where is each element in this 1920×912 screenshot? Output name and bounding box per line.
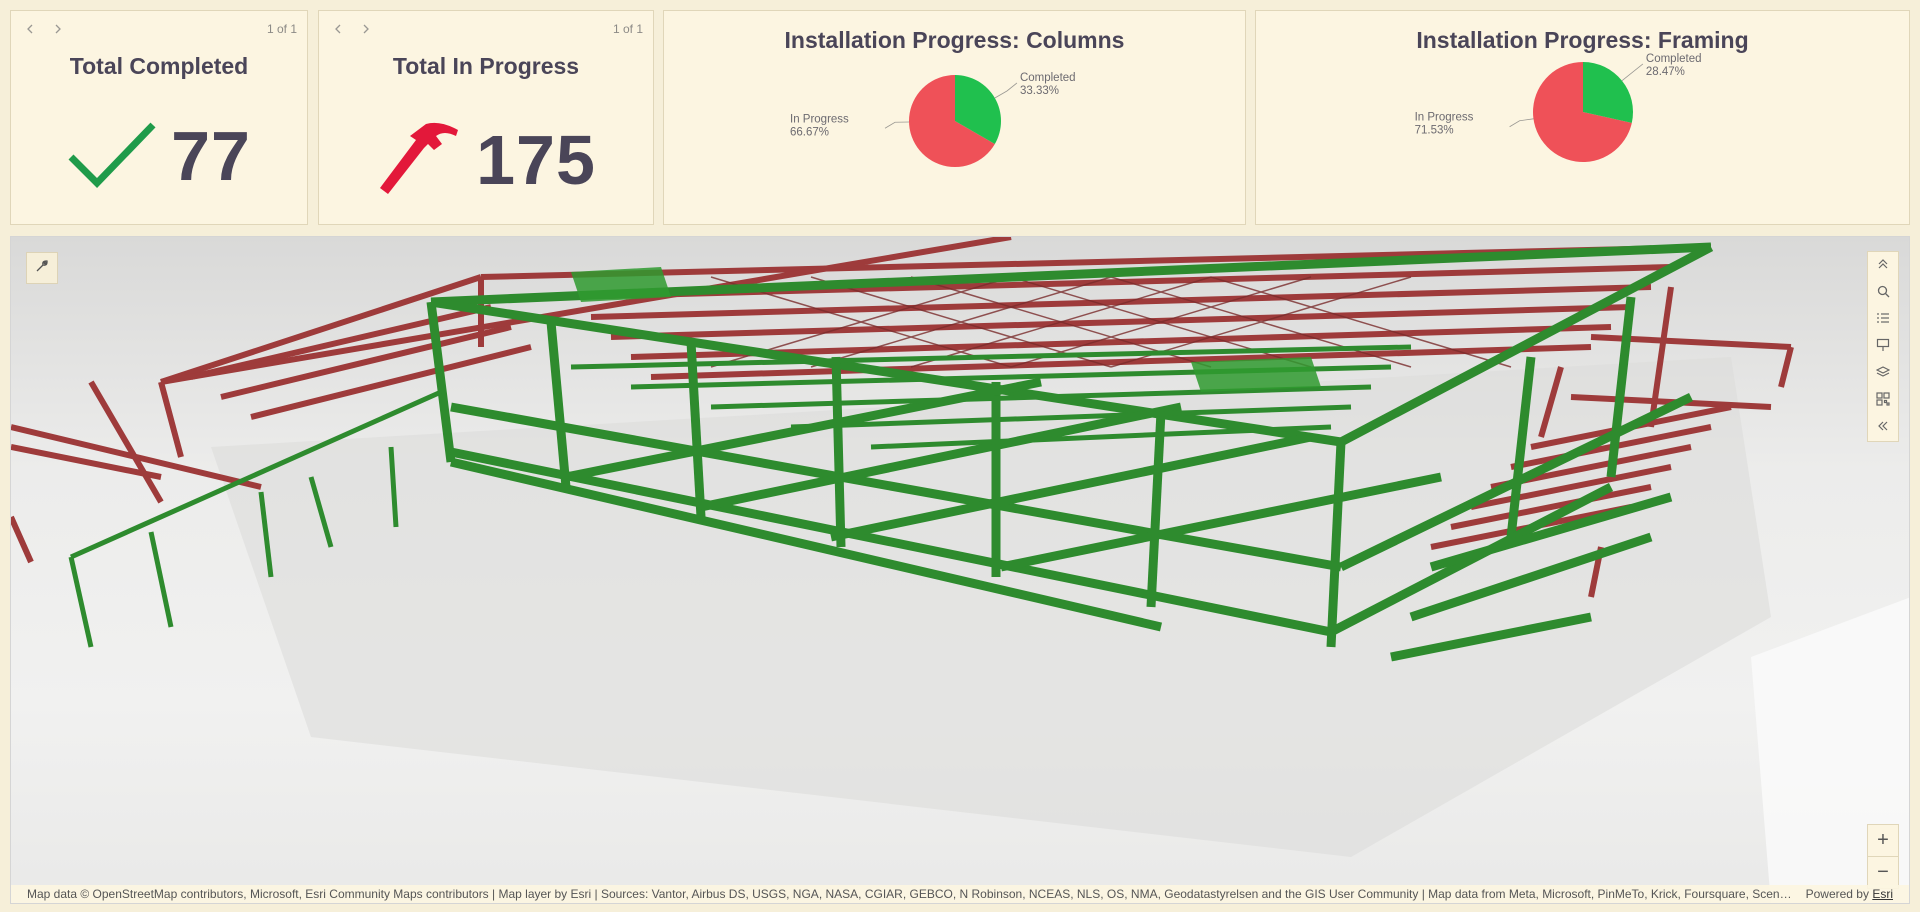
next-arrow-icon[interactable]	[49, 20, 67, 38]
label-completed-name: Completed	[1646, 53, 1702, 65]
framing-chart-card: Installation Progress: Framing Completed…	[1255, 10, 1910, 225]
card-title: Total In Progress	[392, 53, 580, 79]
card-title: Total Completed	[69, 53, 249, 79]
page-count: 1 of 1	[612, 22, 643, 36]
label-completed-name: Completed	[1020, 72, 1076, 84]
esri-link[interactable]: Esri	[1872, 887, 1893, 901]
layers-icon	[1875, 365, 1891, 382]
qr-code-icon	[1876, 392, 1890, 409]
completed-count: 77	[171, 117, 251, 195]
label-in-progress-name: In Progress	[1415, 112, 1474, 124]
hammer-icon	[376, 116, 462, 203]
presentation-button[interactable]	[1867, 333, 1899, 360]
checkmark-icon	[67, 119, 157, 194]
wrench-tool-button[interactable]	[26, 252, 58, 284]
leader-line-completed	[1621, 63, 1644, 82]
leader-line-in-progress	[884, 121, 910, 129]
search-icon	[1877, 285, 1890, 301]
legend-icon	[1876, 312, 1890, 327]
legend-button[interactable]	[1867, 306, 1899, 333]
powered-by: Powered by Esri	[1806, 887, 1893, 901]
label-completed-value: 33.33%	[1020, 85, 1059, 97]
qr-code-button[interactable]	[1867, 387, 1899, 414]
metric: 77	[11, 116, 307, 196]
wrench-icon	[35, 259, 49, 278]
columns-chart-card: Installation Progress: Columns Completed…	[663, 10, 1246, 225]
search-button[interactable]	[1867, 279, 1899, 306]
card-pager: 1 of 1	[329, 19, 643, 39]
attribution-text: Map data © OpenStreetMap contributors, M…	[27, 887, 1796, 901]
expand-button[interactable]	[1867, 414, 1899, 441]
card-pager: 1 of 1	[21, 19, 297, 39]
previous-arrow-icon[interactable]	[329, 20, 347, 38]
label-completed-value: 28.47%	[1646, 66, 1685, 78]
layers-button[interactable]	[1867, 360, 1899, 387]
metric: 175	[319, 116, 653, 203]
building-model[interactable]	[11, 237, 1910, 904]
zoom-out-button[interactable]: −	[1868, 856, 1898, 888]
pie-chart-columns: Completed 33.33% In Progress 66.67%	[790, 72, 1076, 167]
map-toolbar	[1867, 251, 1899, 442]
next-arrow-icon[interactable]	[357, 20, 375, 38]
previous-arrow-icon[interactable]	[21, 20, 39, 38]
map-attribution: Map data © OpenStreetMap contributors, M…	[11, 885, 1909, 903]
zoom-controls: + −	[1867, 824, 1899, 889]
zoom-in-button[interactable]: +	[1868, 825, 1898, 856]
presentation-icon	[1876, 338, 1890, 355]
label-in-progress-value: 66.67%	[790, 126, 829, 138]
label-in-progress-value: 71.53%	[1415, 125, 1454, 137]
collapse-icon	[1877, 258, 1889, 273]
leader-line-in-progress	[1509, 118, 1534, 128]
total-in-progress-card: 1 of 1 Total In Progress 175	[318, 10, 654, 225]
scene-view[interactable]: + − Map data © OpenStreetMap contributor…	[10, 236, 1910, 904]
pie-chart-framing: Completed 28.47% In Progress 71.53%	[1415, 53, 1702, 162]
collapse-button[interactable]	[1867, 252, 1899, 279]
expand-icon	[1877, 420, 1889, 435]
in-progress-count: 175	[476, 120, 596, 199]
page-count: 1 of 1	[266, 22, 297, 36]
total-completed-card: 1 of 1 Total Completed 77	[10, 10, 308, 225]
powered-by-label: Powered by	[1805, 887, 1869, 901]
leader-line-completed	[994, 82, 1018, 99]
label-in-progress-name: In Progress	[790, 113, 849, 125]
